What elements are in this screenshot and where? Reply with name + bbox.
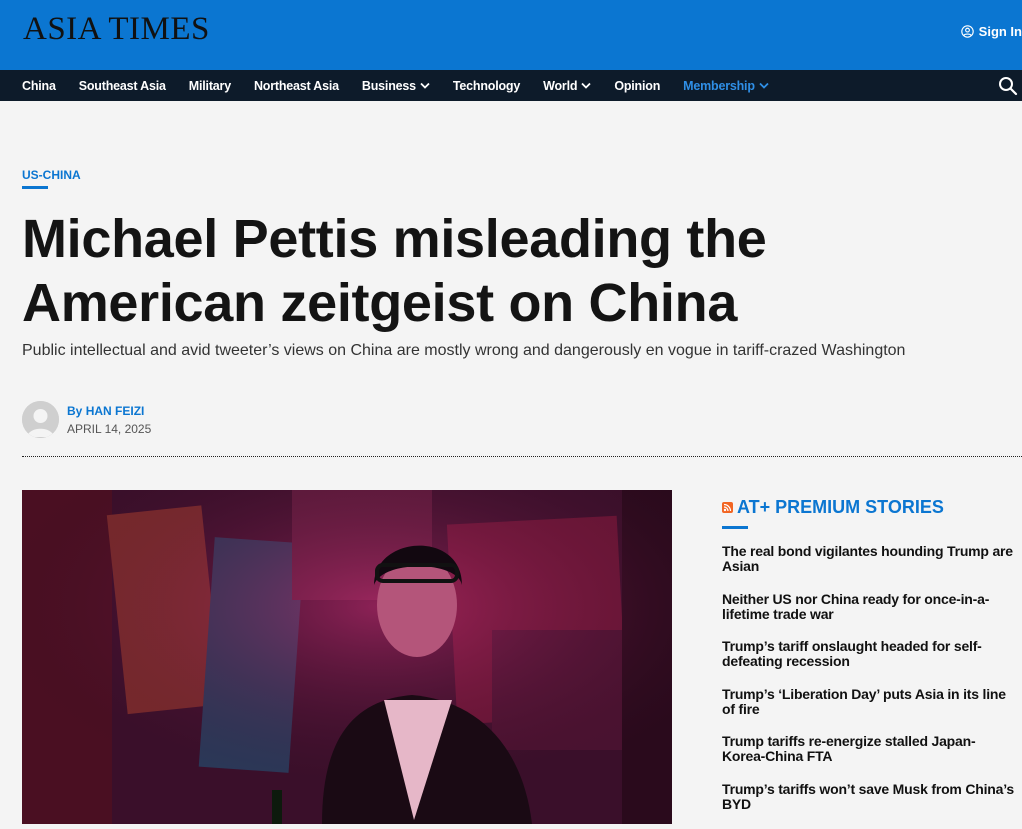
story-link[interactable]: The real bond vigilantes hounding Trump …	[722, 544, 1018, 574]
sign-in-button[interactable]: Sign In	[960, 22, 1022, 40]
user-circle-icon	[960, 24, 974, 38]
nav-item-label: World	[543, 78, 578, 93]
nav-item-label: Southeast Asia	[78, 78, 166, 93]
user-avatar-icon	[22, 401, 59, 438]
story-link[interactable]: Neither US nor China ready for once-in-a…	[722, 591, 1018, 622]
story-link[interactable]: Trump’s tariffs won’t save Musk from Chi…	[722, 781, 1018, 812]
nav-item-label: Business	[361, 78, 416, 93]
nav-item-label: Membership	[683, 78, 755, 93]
chevron-down-icon	[759, 82, 769, 89]
nav-item-opinion[interactable]: Opinion	[614, 79, 660, 93]
hero-image	[22, 490, 672, 824]
publish-date: APRIL 14, 2025	[67, 422, 152, 436]
byline-prefix: By	[67, 404, 83, 418]
category-underline	[22, 186, 48, 189]
author-link[interactable]: HAN FEIZI	[86, 404, 145, 418]
article-subtitle: Public intellectual and avid tweeter’s v…	[22, 342, 906, 359]
chevron-down-icon	[581, 82, 591, 89]
nav-item-label: Opinion	[614, 78, 661, 93]
search-icon[interactable]	[998, 76, 1018, 96]
story-link[interactable]: Trump’s tariff onslaught headed for self…	[722, 639, 1018, 669]
divider	[22, 456, 1022, 457]
nav-item-world[interactable]: World	[543, 79, 591, 93]
byline: By HAN FEIZI	[67, 404, 144, 418]
site-logo[interactable]: ASIA TIMES	[23, 11, 210, 47]
premium-story-list: The real bond vigilantes hounding Trump …	[722, 544, 1018, 829]
nav-item-southeast-asia[interactable]: Southeast Asia	[79, 79, 166, 93]
rss-icon	[722, 502, 733, 513]
hero-photo-illustration	[22, 490, 672, 824]
story-link[interactable]: Trump’s ‘Liberation Day’ puts Asia in it…	[722, 686, 1018, 717]
story-link[interactable]: Trump tariffs re-energize stalled Japan-…	[722, 734, 1018, 764]
nav-item-membership[interactable]: Membership	[683, 79, 769, 93]
category-link[interactable]: US-CHINA	[22, 168, 81, 182]
sidebar-underline	[722, 526, 748, 529]
author-avatar[interactable]	[22, 401, 59, 438]
nav-item-business[interactable]: Business	[362, 79, 430, 93]
main-nav: China Southeast Asia Military Northeast …	[0, 70, 1022, 101]
chevron-down-icon	[420, 82, 430, 89]
nav-item-military[interactable]: Military	[189, 79, 231, 93]
nav-item-china[interactable]: China	[22, 79, 56, 93]
nav-item-northeast-asia[interactable]: Northeast Asia	[254, 79, 339, 93]
sign-in-label: Sign In	[978, 23, 1022, 39]
site-header: ASIA TIMES Sign In	[0, 0, 1022, 70]
nav-item-label: Northeast Asia	[253, 78, 339, 93]
nav-item-label: China	[22, 78, 56, 93]
nav-item-label: Technology	[452, 78, 521, 93]
premium-stories-title[interactable]: AT+ PREMIUM STORIES	[722, 497, 944, 518]
nav-item-label: Military	[188, 78, 231, 93]
nav-item-technology[interactable]: Technology	[453, 79, 520, 93]
article-headline: Michael Pettis misleading the American z…	[22, 209, 767, 333]
premium-stories-label: AT+ PREMIUM STORIES	[737, 497, 944, 517]
